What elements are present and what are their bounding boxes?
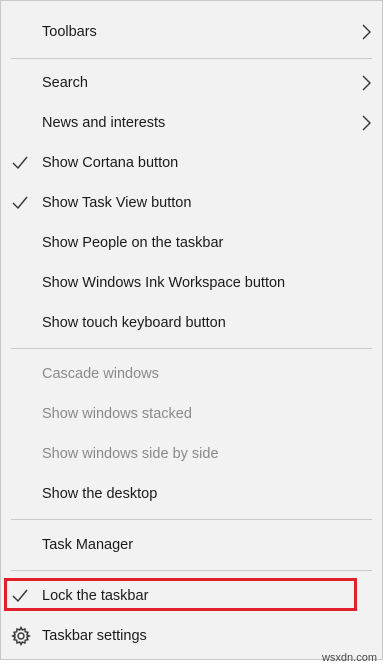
menu-item-show-desktop[interactable]: Show the desktop <box>1 474 382 514</box>
checkmark-icon <box>12 156 28 170</box>
menu-item-label: Toolbars <box>42 24 97 40</box>
menu-item-show-people[interactable]: Show People on the taskbar <box>1 223 382 263</box>
menu-item-label: Show touch keyboard button <box>42 315 226 331</box>
menu-item-label: Cascade windows <box>42 366 159 382</box>
menu-item-label: Show Windows Ink Workspace button <box>42 275 286 291</box>
menu-separator <box>11 58 372 59</box>
menu-item-news-and-interests[interactable]: News and interests <box>1 103 382 143</box>
taskbar-context-menu: Toolbars Search News and interests Show … <box>0 0 383 660</box>
menu-item-label: Show Cortana button <box>42 155 179 171</box>
gear-icon <box>11 626 31 646</box>
menu-item-taskbar-settings[interactable]: Taskbar settings <box>1 616 382 656</box>
chevron-right-icon <box>362 24 371 40</box>
menu-item-windows-stacked: Show windows stacked <box>1 394 382 434</box>
menu-item-cascade-windows: Cascade windows <box>1 354 382 394</box>
menu-item-show-touch-keyboard[interactable]: Show touch keyboard button <box>1 303 382 343</box>
menu-item-task-manager[interactable]: Task Manager <box>1 525 382 565</box>
chevron-right-icon <box>362 75 371 91</box>
menu-separator <box>11 570 372 571</box>
menu-item-label: Show windows stacked <box>42 406 192 422</box>
menu-item-label: Show windows side by side <box>42 446 219 462</box>
watermark: wsxdn.com <box>321 652 377 664</box>
menu-item-toolbars[interactable]: Toolbars <box>1 12 382 52</box>
red-highlight-box <box>4 578 357 611</box>
menu-item-label: Show Task View button <box>42 195 192 211</box>
checkmark-icon <box>12 196 28 210</box>
menu-item-label: Taskbar settings <box>42 628 147 644</box>
menu-separator <box>11 519 372 520</box>
menu-item-label: Show the desktop <box>42 486 158 502</box>
menu-item-search[interactable]: Search <box>1 63 382 103</box>
menu-separator <box>11 348 372 349</box>
chevron-right-icon <box>362 115 371 131</box>
menu-item-label: News and interests <box>42 115 166 131</box>
menu-item-show-ink-workspace[interactable]: Show Windows Ink Workspace button <box>1 263 382 303</box>
menu-item-label: Task Manager <box>42 537 134 553</box>
menu-item-label: Search <box>42 75 88 91</box>
menu-item-windows-side-by-side: Show windows side by side <box>1 434 382 474</box>
menu-item-show-cortana[interactable]: Show Cortana button <box>1 143 382 183</box>
menu-item-label: Show People on the taskbar <box>42 235 224 251</box>
menu-item-show-task-view[interactable]: Show Task View button <box>1 183 382 223</box>
